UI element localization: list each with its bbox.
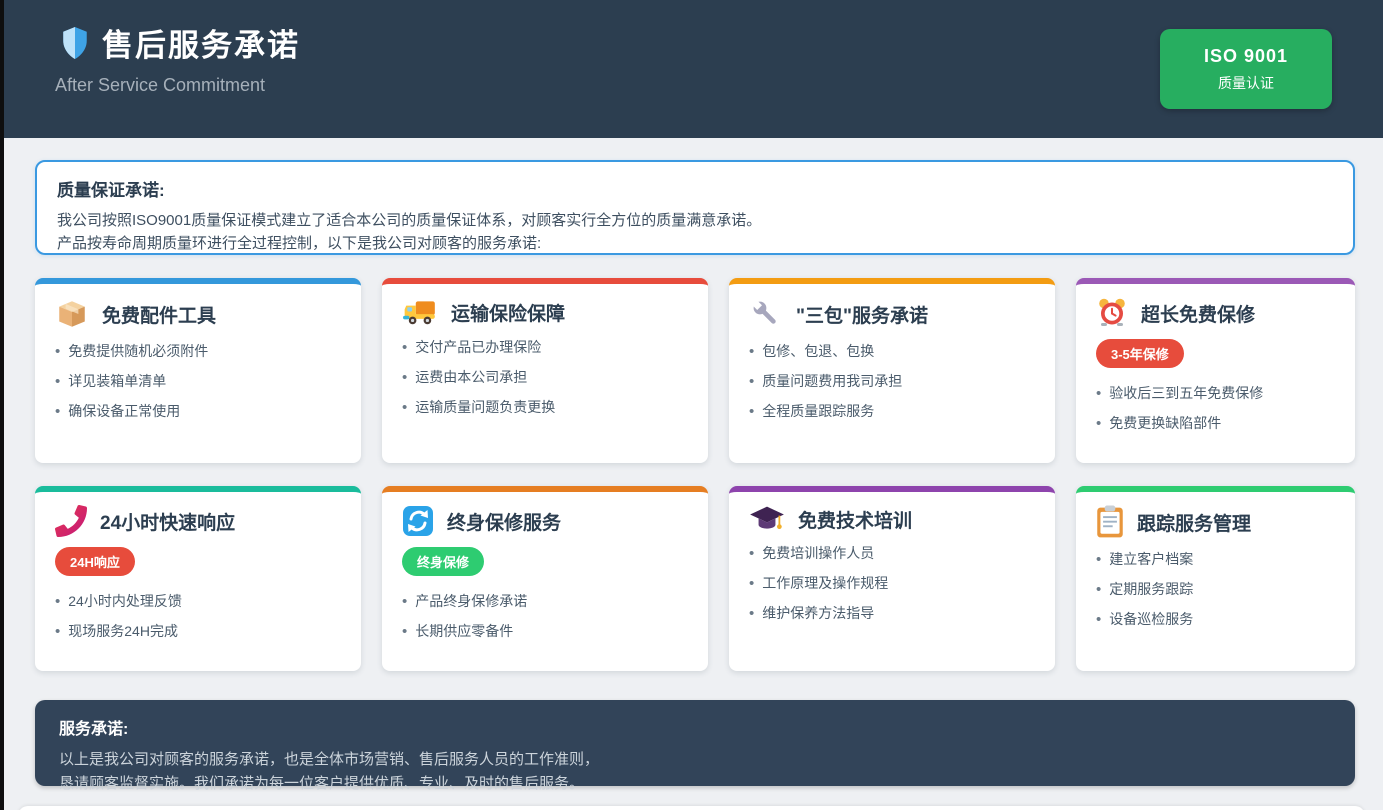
footer-line1: 以上是我公司对顾客的服务承诺，也是全体市场营销、售后服务人员的工作准则， [59, 748, 1331, 772]
card-free-training: 免费技术培训 免费培训操作人员 工作原理及操作规程 维护保养方法指导 [729, 486, 1055, 671]
card-bullet: 免费更换缺陷部件 [1096, 413, 1335, 433]
card-lifetime-warranty: 终身保修服务 终身保修 产品终身保修承诺 长期供应零备件 [382, 486, 708, 671]
card-bullet: 运输质量问题负责更换 [402, 397, 688, 417]
clipboard-icon [1096, 505, 1124, 539]
card-title: 终身保修服务 [447, 508, 561, 535]
card-title: 跟踪服务管理 [1137, 509, 1251, 536]
response-badge: 24H响应 [55, 547, 135, 576]
card-bullet: 验收后三到五年免费保修 [1096, 383, 1335, 403]
card-tracking-service: 跟踪服务管理 建立客户档案 定期服务跟踪 设备巡检服务 [1076, 486, 1355, 671]
card-bullet: 质量问题费用我司承担 [749, 371, 1035, 391]
shield-icon [62, 27, 88, 59]
card-bullet: 全程质量跟踪服务 [749, 401, 1035, 421]
card-title: 免费技术培训 [798, 506, 912, 533]
service-cards-grid: 免费配件工具 免费提供随机必须附件 详见装箱单清单 确保设备正常使用 [35, 278, 1355, 671]
card-bullet-list: 验收后三到五年免费保修 免费更换缺陷部件 [1096, 383, 1335, 433]
card-24h-response: 24小时快速响应 24H响应 24小时内处理反馈 现场服务24H完成 [35, 486, 361, 671]
iso-badge-title: ISO 9001 [1204, 46, 1288, 67]
card-title: "三包"服务承诺 [796, 301, 928, 328]
alarm-clock-icon [1096, 297, 1128, 329]
phone-icon [55, 505, 87, 537]
truck-icon [402, 297, 438, 327]
card-bullet: 建立客户档案 [1096, 549, 1335, 569]
graduation-cap-icon [749, 505, 785, 533]
card-bullet: 产品终身保修承诺 [402, 591, 688, 611]
quality-panel-line1: 我公司按照ISO9001质量保证模式建立了适合本公司的质量保证体系，对顾客实行全… [57, 209, 1333, 232]
card-bullet: 维护保养方法指导 [749, 603, 1035, 623]
page-header: 售后服务承诺 After Service Commitment ISO 9001… [0, 0, 1383, 138]
card-bullet: 确保设备正常使用 [55, 401, 341, 421]
card-extended-warranty: 超长免费保修 3-5年保修 验收后三到五年免费保修 免费更换缺陷部件 [1076, 278, 1355, 463]
card-title: 24小时快速响应 [100, 508, 235, 535]
next-section-partial [18, 806, 1365, 810]
card-bullet-list: 免费提供随机必须附件 详见装箱单清单 确保设备正常使用 [55, 341, 341, 421]
quality-guarantee-panel: 质量保证承诺: 我公司按照ISO9001质量保证模式建立了适合本公司的质量保证体… [35, 160, 1355, 255]
iso-badge-subtitle: 质量认证 [1218, 73, 1274, 93]
page-title: 售后服务承诺 [102, 20, 300, 65]
service-commitment-panel: 服务承诺: 以上是我公司对顾客的服务承诺，也是全体市场营销、售后服务人员的工作准… [35, 700, 1355, 786]
footer-line2: 恳请顾客监督实施。我们承诺为每一位客户提供优质、专业、及时的售后服务。 [59, 772, 1331, 796]
footer-title: 服务承诺: [59, 715, 1331, 739]
card-bullet: 24小时内处理反馈 [55, 591, 341, 611]
card-title: 超长免费保修 [1141, 300, 1255, 327]
card-bullet: 长期供应零备件 [402, 621, 688, 641]
card-bullet-list: 产品终身保修承诺 长期供应零备件 [402, 591, 688, 641]
card-bullet: 包修、包退、包换 [749, 341, 1035, 361]
card-three-guarantees: "三包"服务承诺 包修、包退、包换 质量问题费用我司承担 全程质量跟踪服务 [729, 278, 1055, 463]
quality-panel-title: 质量保证承诺: [57, 176, 1333, 201]
package-icon [55, 297, 89, 331]
card-bullet: 工作原理及操作规程 [749, 573, 1035, 593]
quality-panel-line2: 产品按寿命周期质量环进行全过程控制，以下是我公司对顾客的服务承诺: [57, 232, 1333, 255]
card-free-accessories: 免费配件工具 免费提供随机必须附件 详见装箱单清单 确保设备正常使用 [35, 278, 361, 463]
screen-left-edge [0, 0, 4, 810]
card-title: 运输保险保障 [451, 299, 565, 326]
card-title: 免费配件工具 [102, 301, 216, 328]
card-bullet: 设备巡检服务 [1096, 609, 1335, 629]
lifetime-badge: 终身保修 [402, 547, 484, 576]
card-bullet: 免费培训操作人员 [749, 543, 1035, 563]
card-bullet: 定期服务跟踪 [1096, 579, 1335, 599]
card-bullet: 运费由本公司承担 [402, 367, 688, 387]
card-bullet: 交付产品已办理保险 [402, 337, 688, 357]
refresh-icon [402, 505, 434, 537]
card-transport-insurance: 运输保险保障 交付产品已办理保险 运费由本公司承担 运输质量问题负责更换 [382, 278, 708, 463]
card-bullet: 免费提供随机必须附件 [55, 341, 341, 361]
card-bullet-list: 交付产品已办理保险 运费由本公司承担 运输质量问题负责更换 [402, 337, 688, 417]
card-bullet-list: 包修、包退、包换 质量问题费用我司承担 全程质量跟踪服务 [749, 341, 1035, 421]
warranty-badge: 3-5年保修 [1096, 339, 1184, 368]
card-bullet: 详见装箱单清单 [55, 371, 341, 391]
card-bullet-list: 建立客户档案 定期服务跟踪 设备巡检服务 [1096, 549, 1335, 629]
wrench-icon [749, 297, 783, 331]
iso-certification-badge: ISO 9001 质量认证 [1160, 29, 1332, 109]
card-bullet: 现场服务24H完成 [55, 621, 341, 641]
card-bullet-list: 免费培训操作人员 工作原理及操作规程 维护保养方法指导 [749, 543, 1035, 623]
card-bullet-list: 24小时内处理反馈 现场服务24H完成 [55, 591, 341, 641]
